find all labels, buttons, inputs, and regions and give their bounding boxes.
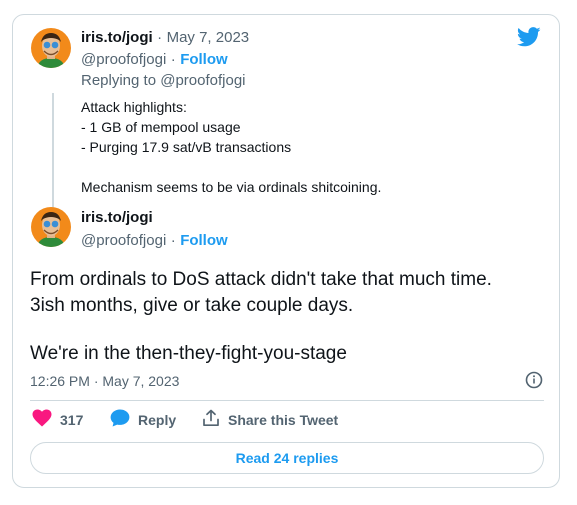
reply-label: Reply — [138, 411, 177, 428]
main-tweet-line: 3ish months, give or take couple days. — [30, 295, 354, 316]
share-button[interactable]: Share this Tweet — [202, 409, 338, 430]
reply-tweet-header: iris.to/jogi · May 7, 2023 — [81, 28, 249, 48]
info-icon[interactable] — [525, 371, 543, 389]
handle[interactable]: @proofofjogi — [81, 51, 166, 68]
like-button[interactable]: 317 — [32, 409, 83, 430]
read-replies-button[interactable]: Read 24 replies — [30, 442, 544, 474]
main-tweet-line: From ordinals to DoS attack didn't take … — [30, 269, 492, 290]
handle[interactable]: @proofofjogi — [81, 232, 166, 249]
reply-tweet-line: - Purging 17.9 sat/vB transactions — [81, 139, 292, 155]
read-replies-label: Read 24 replies — [235, 450, 339, 466]
display-name[interactable]: iris.to/jogi — [81, 29, 153, 46]
heart-icon — [32, 409, 60, 430]
speech-bubble-icon — [110, 409, 138, 430]
separator: · — [157, 29, 163, 46]
separator: · — [170, 51, 176, 68]
follow-button[interactable]: Follow — [180, 232, 228, 249]
reply-tweet-handle-row: @proofofjogi · Follow — [81, 50, 228, 70]
reply-button[interactable]: Reply — [110, 409, 176, 430]
tweet-date[interactable]: May 7, 2023 — [167, 29, 250, 46]
reply-tweet-line: Attack highlights: — [81, 99, 187, 115]
share-label: Share this Tweet — [228, 411, 339, 428]
twitter-bird-icon[interactable] — [516, 27, 541, 52]
avatar[interactable] — [31, 207, 71, 247]
tweet-timestamp[interactable]: 12:26 PM · May 7, 2023 — [30, 371, 179, 391]
separator: · — [170, 232, 176, 249]
main-tweet-name-row: iris.to/jogi — [81, 208, 153, 228]
display-name[interactable]: iris.to/jogi — [81, 209, 153, 226]
reply-tweet-line: - 1 GB of mempool usage — [81, 119, 241, 135]
divider — [30, 400, 544, 401]
follow-button[interactable]: Follow — [180, 51, 228, 68]
reply-tweet-line: Mechanism seems to be via ordinals shitc… — [81, 179, 382, 195]
replying-to-label[interactable]: Replying to @proofofjogi — [81, 71, 246, 91]
main-tweet-line: We're in the then-they-fight-you-stage — [30, 343, 347, 364]
avatar[interactable] — [31, 28, 71, 68]
thread-line — [52, 93, 54, 213]
share-icon — [202, 409, 228, 430]
like-count: 317 — [60, 411, 84, 428]
main-tweet-handle-row: @proofofjogi · Follow — [81, 231, 228, 251]
tweet-embed-card: iris.to/jogi · May 7, 2023 @proofofjogi … — [12, 14, 560, 488]
